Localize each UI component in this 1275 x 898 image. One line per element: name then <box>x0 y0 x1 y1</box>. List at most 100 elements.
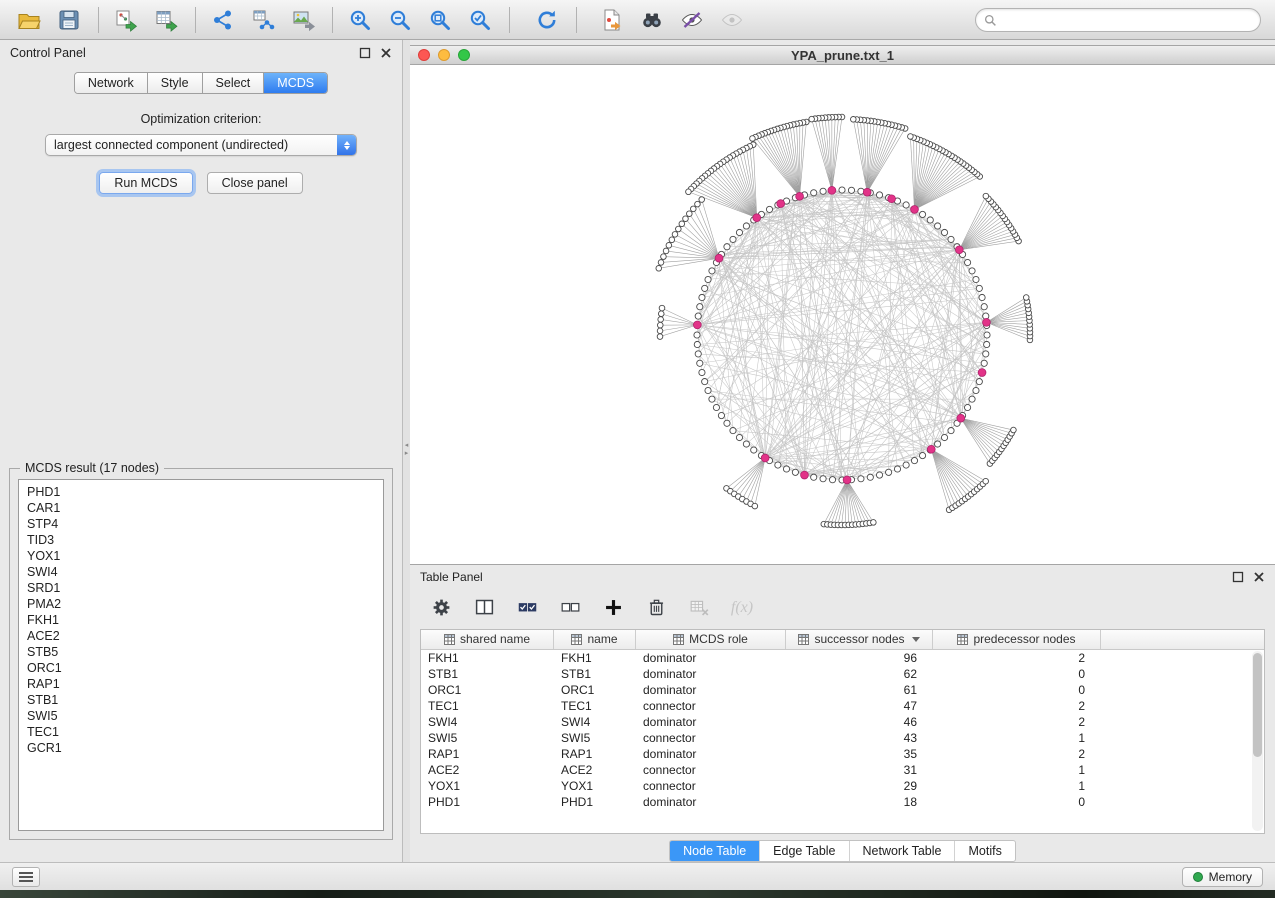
float-panel-icon[interactable] <box>358 47 371 60</box>
tab-node-table[interactable]: Node Table <box>670 841 760 861</box>
mcds-result-item[interactable]: PHD1 <box>27 484 375 500</box>
network-graph[interactable] <box>410 65 1275 565</box>
close-panel-button[interactable]: Close panel <box>207 172 303 194</box>
add-column-button[interactable] <box>600 596 626 620</box>
function-builder-button[interactable]: f(x) <box>729 596 755 620</box>
global-search-field[interactable] <box>975 8 1261 32</box>
column-header-successor-nodes[interactable]: successor nodes <box>786 630 933 649</box>
table-row[interactable]: YOX1YOX1connector291 <box>421 778 1264 794</box>
table-row[interactable]: ORC1ORC1dominator610 <box>421 682 1264 698</box>
mcds-result-item[interactable]: ORC1 <box>27 660 375 676</box>
table-row[interactable]: ACE2ACE2connector311 <box>421 762 1264 778</box>
mcds-result-item[interactable]: SWI4 <box>27 564 375 580</box>
new-network-button[interactable] <box>204 4 242 36</box>
scrollbar-thumb[interactable] <box>1253 653 1262 758</box>
splitter-handle-icon[interactable]: ◂▸ <box>403 442 410 458</box>
criterion-select[interactable]: largest connected component (undirected) <box>45 134 357 156</box>
table-row[interactable]: RAP1RAP1dominator352 <box>421 746 1264 762</box>
search-network-button[interactable] <box>633 4 671 36</box>
table-row[interactable]: PHD1PHD1dominator180 <box>421 794 1264 810</box>
task-history-button[interactable] <box>12 867 40 887</box>
show-columns-button[interactable] <box>471 596 497 620</box>
mcds-result-item[interactable]: ACE2 <box>27 628 375 644</box>
mcds-result-item[interactable]: FKH1 <box>27 612 375 628</box>
close-window-icon[interactable] <box>418 49 430 61</box>
column-type-icon <box>957 634 968 645</box>
zoom-fit-button[interactable] <box>421 4 459 36</box>
table-row[interactable]: SWI4SWI4dominator462 <box>421 714 1264 730</box>
table-scrollbar[interactable] <box>1252 651 1263 831</box>
search-input[interactable] <box>1002 12 1252 28</box>
column-header-shared-name[interactable]: shared name <box>421 630 554 649</box>
tab-network-table[interactable]: Network Table <box>850 841 956 861</box>
table-row[interactable]: FKH1FKH1dominator962 <box>421 650 1264 666</box>
float-panel-icon[interactable] <box>1231 570 1244 583</box>
apply-layout-button[interactable] <box>528 4 566 36</box>
tab-mcds[interactable]: MCDS <box>264 73 327 93</box>
select-all-button[interactable] <box>514 596 540 620</box>
import-table-button[interactable] <box>147 4 185 36</box>
mcds-result-item[interactable]: STB1 <box>27 692 375 708</box>
optimization-criterion-label: Optimization criterion: <box>0 112 402 126</box>
maximize-window-icon[interactable] <box>458 49 470 61</box>
mcds-result-item[interactable]: PMA2 <box>27 596 375 612</box>
table-panel-tabs: Node TableEdge TableNetwork TableMotifs <box>669 840 1016 862</box>
tab-select[interactable]: Select <box>203 73 265 93</box>
mcds-result-item[interactable]: YOX1 <box>27 548 375 564</box>
table-settings-button[interactable] <box>428 596 454 620</box>
clone-network-button[interactable] <box>244 4 282 36</box>
zoom-out-button[interactable] <box>381 4 419 36</box>
tab-motifs[interactable]: Motifs <box>955 841 1014 861</box>
column-header-predecessor-nodes[interactable]: predecessor nodes <box>933 630 1101 649</box>
table-row[interactable]: SWI5SWI5connector431 <box>421 730 1264 746</box>
mcds-result-item[interactable]: STP4 <box>27 516 375 532</box>
table-row[interactable]: STB1STB1dominator620 <box>421 666 1264 682</box>
column-header-name[interactable]: name <box>554 630 636 649</box>
export-document-button[interactable] <box>593 4 631 36</box>
minimize-window-icon[interactable] <box>438 49 450 61</box>
mcds-result-item[interactable]: STB5 <box>27 644 375 660</box>
column-type-icon <box>571 634 582 645</box>
memory-button[interactable]: Memory <box>1182 867 1263 887</box>
zoom-in-button[interactable] <box>341 4 379 36</box>
deselect-all-button[interactable] <box>557 596 583 620</box>
mcds-result-item[interactable]: SWI5 <box>27 708 375 724</box>
import-network-button[interactable] <box>107 4 145 36</box>
network-canvas[interactable] <box>410 65 1275 565</box>
table-row[interactable]: TEC1TEC1connector472 <box>421 698 1264 714</box>
show-graphics-details-button[interactable] <box>673 4 711 36</box>
mcds-result-item[interactable]: GCR1 <box>27 740 375 756</box>
mcds-result-list[interactable]: PHD1CAR1STP4TID3YOX1SWI4SRD1PMA2FKH1ACE2… <box>18 479 384 831</box>
column-header-MCDS-role[interactable]: MCDS role <box>636 630 786 649</box>
hide-details-button[interactable] <box>713 4 751 36</box>
mcds-result-item[interactable]: SRD1 <box>27 580 375 596</box>
table-body: FKH1FKH1dominator962STB1STB1dominator620… <box>421 650 1264 810</box>
network-window-titlebar[interactable]: YPA_prune.txt_1 <box>410 45 1275 65</box>
mcds-result-item[interactable]: TEC1 <box>27 724 375 740</box>
open-file-button[interactable] <box>10 4 48 36</box>
cell-successors: 47 <box>786 698 933 714</box>
control-panel-tabs: NetworkStyleSelectMCDS <box>74 72 328 94</box>
zoom-selected-button[interactable] <box>461 4 499 36</box>
mcds-result-item[interactable]: CAR1 <box>27 500 375 516</box>
clear-table-button[interactable] <box>686 596 712 620</box>
cell-role: connector <box>636 762 786 778</box>
close-panel-icon[interactable] <box>379 47 392 60</box>
mcds-result-item[interactable]: TID3 <box>27 532 375 548</box>
cell-name: SWI5 <box>554 730 636 746</box>
run-mcds-button[interactable]: Run MCDS <box>99 172 192 194</box>
cell-shared_name: FKH1 <box>421 650 554 666</box>
delete-column-button[interactable] <box>643 596 669 620</box>
cell-role: dominator <box>636 666 786 682</box>
tab-edge-table[interactable]: Edge Table <box>760 841 849 861</box>
columns-icon <box>474 597 495 618</box>
panel-splitter[interactable]: ◂▸ <box>403 40 410 862</box>
save-session-button[interactable] <box>50 4 88 36</box>
export-image-button[interactable] <box>284 4 322 36</box>
import-table-icon <box>154 8 178 32</box>
tab-style[interactable]: Style <box>148 73 203 93</box>
column-type-icon <box>673 634 684 645</box>
mcds-result-item[interactable]: RAP1 <box>27 676 375 692</box>
tab-network[interactable]: Network <box>75 73 148 93</box>
close-panel-icon[interactable] <box>1252 570 1265 583</box>
